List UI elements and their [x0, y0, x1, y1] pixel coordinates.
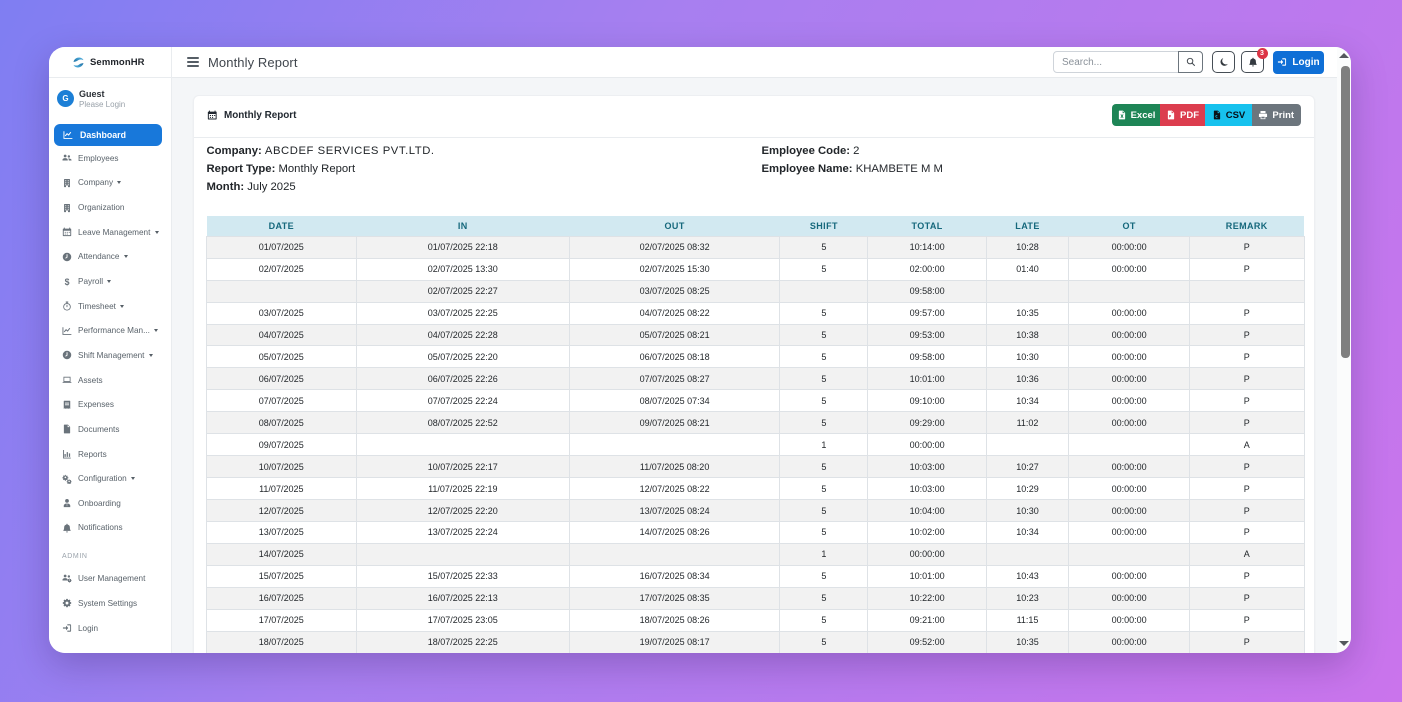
svg-text:$: $ — [65, 277, 70, 287]
